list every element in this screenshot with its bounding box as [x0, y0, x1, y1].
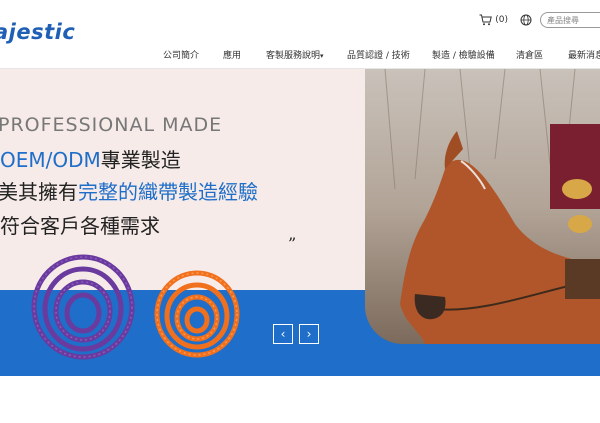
language-button[interactable]	[520, 14, 532, 26]
hero-oem-rest: 專業製造	[100, 148, 181, 172]
chevron-right-icon: ›	[306, 327, 312, 341]
nav-item-custom-service-label: 客製服務說明	[266, 51, 321, 61]
globe-icon	[520, 14, 532, 26]
orange-rope-image	[154, 270, 240, 358]
chevron-left-icon: ‹	[280, 327, 286, 341]
purple-rope-image	[31, 254, 135, 360]
nav-item-applications[interactable]: 應用	[223, 48, 241, 61]
slider-next-button[interactable]: ›	[299, 324, 319, 344]
chevron-down-icon: ▾	[320, 52, 324, 60]
product-search-input[interactable]: 產品搜尋	[540, 12, 600, 28]
hero-line-needs: 符合客戶各種需求	[0, 214, 160, 238]
hero-experience-highlight: 完整的織帶製造經驗	[78, 180, 258, 204]
cart-icon	[479, 14, 493, 26]
horse-illustration	[365, 69, 600, 344]
top-utility-bar: (0) 產品搜尋	[479, 10, 600, 30]
cart-count: (0)	[495, 15, 508, 25]
hero-line-experience: 美其擁有完整的織帶製造經驗	[0, 176, 258, 205]
nav-item-custom-service[interactable]: 客製服務說明▾	[266, 48, 324, 61]
hero-line-oem: OEM/ODM專業製造	[0, 144, 181, 173]
hero-quote-mark: ”	[288, 234, 297, 253]
site-header: ajestic (0) 產品搜尋 公司簡介 應用 客製服務說明▾ 品質認證 / …	[0, 0, 600, 69]
hero-line-professional: PROFESSIONAL MADE	[0, 114, 223, 136]
hero-oem-highlight: OEM/ODM	[0, 148, 101, 172]
nav-item-quality[interactable]: 品質認證 / 技術	[347, 48, 410, 61]
nav-item-clearance[interactable]: 清倉區	[516, 48, 543, 61]
nav-item-manufacturing[interactable]: 製造 / 檢驗設備	[432, 48, 495, 61]
brand-logo[interactable]: ajestic	[0, 20, 75, 44]
hero-experience-lead: 美其擁有	[0, 180, 78, 204]
slider-prev-button[interactable]: ‹	[273, 324, 293, 344]
horse-rider-photo	[365, 69, 600, 344]
nav-item-news[interactable]: 最新消息	[568, 48, 600, 61]
nav-item-about[interactable]: 公司簡介	[163, 48, 199, 61]
hero-banner: PROFESSIONAL MADE OEM/ODM專業製造 美其擁有完整的織帶製…	[0, 69, 600, 376]
cart-button[interactable]: (0)	[479, 14, 508, 26]
